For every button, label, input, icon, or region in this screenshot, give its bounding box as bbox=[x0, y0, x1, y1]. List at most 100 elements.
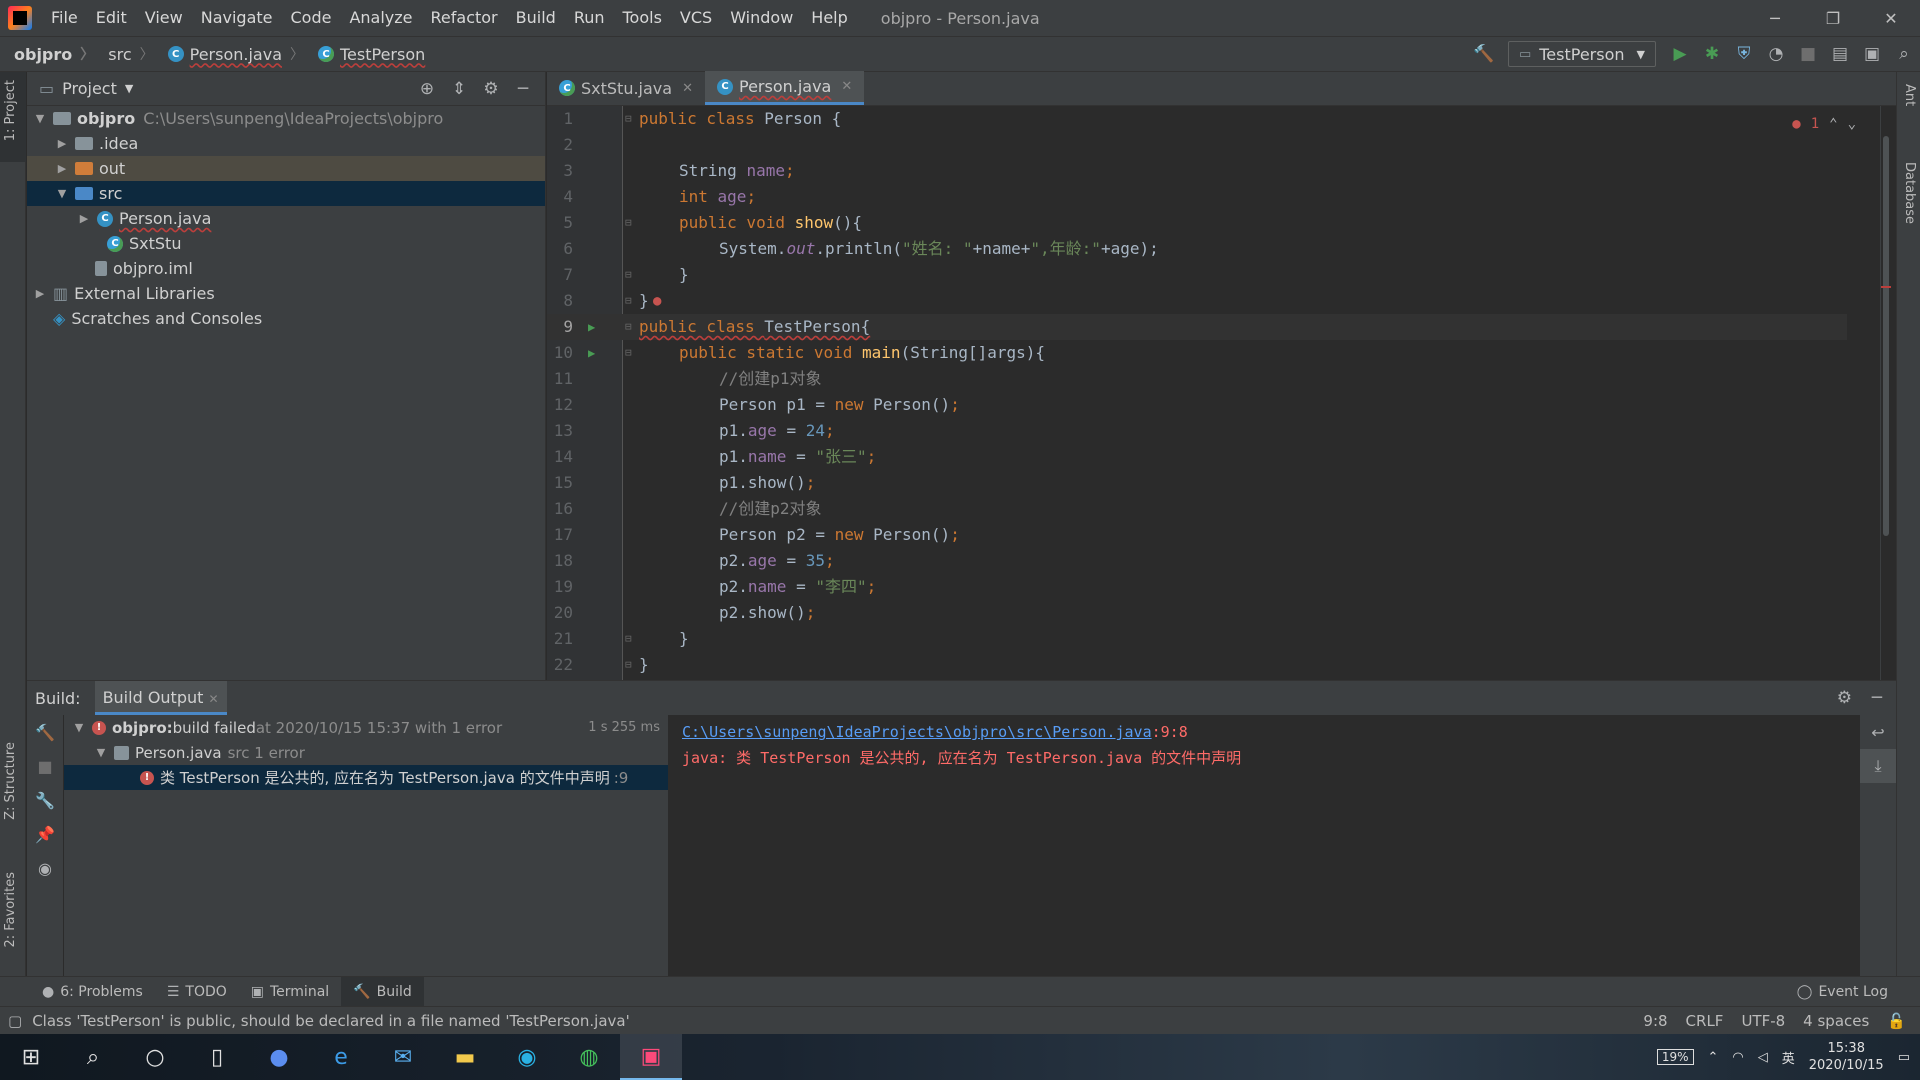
soft-wrap-icon[interactable]: ↩ bbox=[1860, 715, 1896, 749]
todo-tool-button[interactable]: ☰ TODO bbox=[155, 984, 239, 1000]
tab-build-output[interactable]: Build Output ✕ bbox=[94, 681, 227, 715]
tree-item-person-java[interactable]: ▶ C Person.java bbox=[27, 206, 545, 231]
console-file-link[interactable]: C:\Users\sunpeng\IdeaProjects\objpro\src… bbox=[682, 723, 1152, 741]
clock[interactable]: 15:38 2020/10/15 bbox=[1809, 1040, 1884, 1074]
fold-icon[interactable]: ⊟ bbox=[625, 314, 632, 340]
favorites-side-tab[interactable]: 2: Favorites bbox=[3, 872, 18, 948]
fold-icon[interactable]: ⊟ bbox=[625, 652, 632, 678]
close-icon[interactable]: ✕ bbox=[682, 81, 693, 96]
line-separator[interactable]: CRLF bbox=[1686, 1012, 1724, 1030]
browser-icon[interactable]: ◉ bbox=[496, 1034, 558, 1080]
intellij-taskbar-icon[interactable]: ▣ bbox=[620, 1034, 682, 1080]
project-panel-title[interactable]: Project bbox=[62, 79, 117, 98]
tree-item-objpro[interactable]: ▼ objpro C:\Users\sunpeng\IdeaProjects\o… bbox=[27, 106, 545, 131]
chevron-up-icon[interactable]: ⌃ bbox=[1708, 1050, 1719, 1065]
build-root-row[interactable]: ▼ ! objpro: build failed at 2020/10/15 1… bbox=[64, 715, 668, 740]
fold-icon[interactable]: ⊟ bbox=[625, 288, 632, 314]
build-error-row[interactable]: ! 类 TestPerson 是公共的, 应在名为 TestPerson.jav… bbox=[64, 765, 668, 790]
run-icon[interactable]: ▶ bbox=[1664, 37, 1696, 71]
mail-icon[interactable]: ✉ bbox=[372, 1034, 434, 1080]
build-file-row[interactable]: ▼ Person.java src 1 error bbox=[64, 740, 668, 765]
hide-icon[interactable]: ─ bbox=[507, 79, 539, 99]
tree-item-scratches[interactable]: ◈ Scratches and Consoles bbox=[27, 306, 545, 331]
menu-window[interactable]: Window bbox=[721, 0, 802, 36]
indent-setting[interactable]: 4 spaces bbox=[1803, 1012, 1869, 1030]
menu-tools[interactable]: Tools bbox=[614, 0, 671, 36]
tree-item-external-libraries[interactable]: ▶ ▥ External Libraries bbox=[27, 281, 545, 306]
menu-view[interactable]: View bbox=[136, 0, 192, 36]
menu-build[interactable]: Build bbox=[507, 0, 565, 36]
run-gutter-icon[interactable]: ▶ bbox=[588, 340, 595, 366]
breadcrumb-src[interactable]: src 〉 bbox=[94, 44, 153, 64]
gear-icon[interactable]: ⚙ bbox=[475, 79, 507, 99]
menu-navigate[interactable]: Navigate bbox=[192, 0, 282, 36]
menu-code[interactable]: Code bbox=[282, 0, 341, 36]
wrench-icon[interactable]: 🔧 bbox=[27, 783, 63, 817]
lock-icon[interactable]: 🔓 bbox=[1887, 1012, 1906, 1030]
coverage-icon[interactable]: ⛨ bbox=[1728, 37, 1760, 71]
battery-indicator[interactable]: 19% bbox=[1656, 1049, 1694, 1065]
file-explorer-icon[interactable]: ▬ bbox=[434, 1034, 496, 1080]
fold-icon[interactable]: ⊟ bbox=[625, 210, 632, 236]
menu-edit[interactable]: Edit bbox=[87, 0, 136, 36]
stop-icon[interactable]: ■ bbox=[27, 749, 63, 783]
error-bulb-icon[interactable]: ● bbox=[653, 288, 661, 314]
fold-icon[interactable]: ⊟ bbox=[625, 106, 632, 132]
app-l-icon[interactable]: ● bbox=[248, 1034, 310, 1080]
fold-icon[interactable]: ⊟ bbox=[625, 340, 632, 366]
volume-icon[interactable]: ◁ bbox=[1758, 1050, 1768, 1065]
search-icon[interactable]: ⌕ bbox=[1888, 37, 1920, 71]
notification-icon[interactable]: ▭ bbox=[1898, 1050, 1910, 1065]
breadcrumb-class[interactable]: C TestPerson bbox=[304, 45, 425, 64]
terminal-tool-button[interactable]: ▣ Terminal bbox=[239, 984, 341, 1000]
tree-item-src[interactable]: ▼ src bbox=[27, 181, 545, 206]
fold-icon[interactable]: ⊟ bbox=[625, 262, 632, 288]
menu-vcs[interactable]: VCS bbox=[671, 0, 721, 36]
menu-file[interactable]: File bbox=[42, 0, 87, 36]
collapse-all-icon[interactable]: ⇕ bbox=[443, 79, 475, 99]
ant-side-tab[interactable]: Ant bbox=[1902, 84, 1917, 106]
cortana-icon[interactable]: ○ bbox=[124, 1034, 186, 1080]
menu-help[interactable]: Help bbox=[802, 0, 856, 36]
windows-start-icon[interactable]: ⊞ bbox=[0, 1034, 62, 1080]
problems-tool-button[interactable]: ● 6: Problems bbox=[30, 984, 155, 1000]
locate-icon[interactable]: ⊕ bbox=[411, 79, 443, 99]
debug-icon[interactable]: ✱ bbox=[1696, 37, 1728, 71]
eye-icon[interactable]: ◉ bbox=[27, 851, 63, 885]
layout-icon[interactable]: ▣ bbox=[1856, 37, 1888, 71]
restore-icon[interactable]: ❐ bbox=[1804, 0, 1862, 36]
menu-refactor[interactable]: Refactor bbox=[422, 0, 507, 36]
build-hammer-icon[interactable]: 🔨 bbox=[1468, 37, 1500, 71]
editor-scrollbar[interactable] bbox=[1880, 106, 1891, 680]
close-icon[interactable]: ✕ bbox=[208, 692, 218, 706]
status-toggle-icon[interactable]: ▢ bbox=[8, 1012, 22, 1030]
task-view-icon[interactable]: ▯ bbox=[186, 1034, 248, 1080]
build-console[interactable]: C:\Users\sunpeng\IdeaProjects\objpro\src… bbox=[668, 715, 1860, 977]
breadcrumb-file[interactable]: C Person.java 〉 bbox=[154, 44, 304, 64]
gear-icon[interactable]: ⚙ bbox=[1837, 688, 1852, 708]
tab-sxtstu-java[interactable]: C SxtStu.java ✕ bbox=[547, 71, 705, 105]
network-icon[interactable]: ◠ bbox=[1732, 1050, 1743, 1065]
tree-item-out[interactable]: ▶ out bbox=[27, 156, 545, 181]
scrollbar-thumb[interactable] bbox=[1883, 136, 1889, 536]
tab-person-java[interactable]: C Person.java ✕ bbox=[704, 71, 865, 105]
close-window-icon[interactable]: ✕ bbox=[1862, 0, 1920, 36]
edge-browser-icon[interactable]: e bbox=[310, 1034, 372, 1080]
menu-analyze[interactable]: Analyze bbox=[340, 0, 421, 36]
stop-icon[interactable]: ■ bbox=[1792, 37, 1824, 71]
error-stripe-mark[interactable] bbox=[1881, 286, 1891, 288]
hide-icon[interactable]: ─ bbox=[1872, 688, 1882, 708]
database-side-tab[interactable]: Database bbox=[1902, 162, 1917, 224]
caret-position[interactable]: 9:8 bbox=[1643, 1012, 1667, 1030]
scroll-to-end-icon[interactable]: ⤓ bbox=[1860, 749, 1896, 783]
run-configuration-select[interactable]: ▭ TestPerson ▼ bbox=[1507, 41, 1656, 67]
file-encoding[interactable]: UTF-8 bbox=[1741, 1012, 1785, 1030]
structure-side-tab[interactable]: Z: Structure bbox=[3, 742, 18, 820]
profile-icon[interactable]: ◔ bbox=[1760, 37, 1792, 71]
event-log-button[interactable]: ◯ Event Log bbox=[1785, 984, 1900, 1000]
chevron-down-icon[interactable]: ▼ bbox=[125, 82, 133, 95]
tree-item-sxtstu[interactable]: C SxtStu bbox=[27, 231, 545, 256]
rebuild-icon[interactable]: 🔨 bbox=[27, 715, 63, 749]
project-side-tab[interactable]: 1: Project bbox=[3, 80, 18, 141]
build-tool-button[interactable]: 🔨 Build bbox=[341, 976, 424, 1007]
